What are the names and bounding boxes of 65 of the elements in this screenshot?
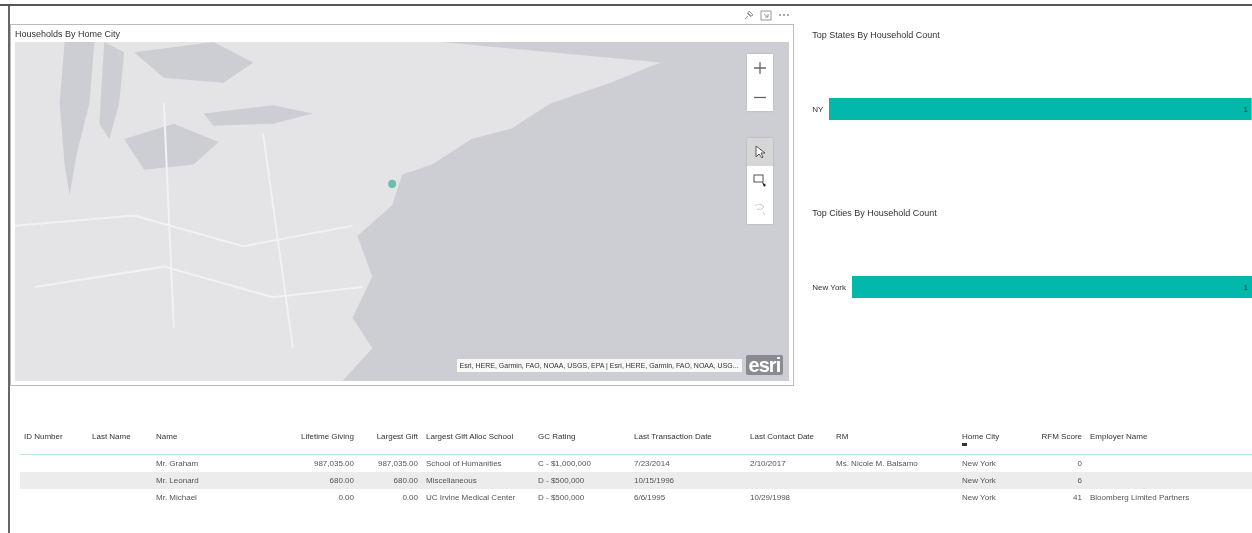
column-header[interactable]: Last Transaction Date (634, 432, 742, 441)
pin-icon[interactable] (743, 9, 755, 21)
table-cell-text: 10/29/1998 (750, 493, 792, 502)
table-cell: 0 (1077, 459, 1082, 468)
table-cell-text: Mr. Leonard (156, 476, 200, 485)
table-cell: 0.00 (402, 493, 418, 502)
chart-title: Top States By Household Count (812, 30, 941, 40)
lasso-icon (753, 203, 768, 217)
focus-mode-icon[interactable] (760, 9, 773, 21)
table-cell: 987,035.00 (313, 459, 354, 468)
chart-title: Top Cities By Household Count (812, 208, 938, 218)
column-header[interactable]: Largest Gift (376, 432, 418, 441)
table-cell-text: Miscellaneous (426, 476, 478, 485)
table-cell: 41 (1073, 493, 1082, 502)
column-header[interactable]: GC Rating (538, 432, 626, 441)
column-header[interactable]: Name (156, 432, 258, 441)
table-cell-text: Ms. Nicole M. Balsamo (836, 459, 919, 468)
map-logo: esri (745, 355, 784, 375)
column-header[interactable]: RM (836, 432, 954, 441)
table-cell-text: 7/23/2014 (634, 459, 671, 468)
column-header[interactable]: Largest Gift Alloc School (426, 432, 530, 441)
table-cell-text: 2/10/2017 (750, 459, 787, 468)
table-row[interactable]: Mr. Graham 987,035.00 987,035.00 School of Humanities C - $1,000,000 7/23/2014 2/10/2017 Ms. Nicole M. Balsamo New York 0 (20, 455, 1252, 472)
column-header[interactable]: Employer Name (1090, 432, 1232, 441)
table-cell-text: UC Irvine Medical Center (426, 493, 517, 502)
table-cell-text: D - $500,000 (538, 493, 586, 502)
table-cell-text: New York (962, 476, 997, 485)
table-cell-text: Mr. Graham (156, 459, 200, 468)
table-row[interactable]: Mr. Michael 0.00 0.00 UC Irvine Medical Center D - $500,000 6/6/1995 10/29/1998 New York 41 Bloomberg Limited Partners (20, 489, 1252, 506)
column-header[interactable]: Lifetime Giving (301, 432, 354, 441)
rectangle-select-button[interactable] (747, 167, 774, 195)
rectangle-select-icon (753, 174, 768, 188)
column-header[interactable]: Home City (962, 432, 1024, 441)
bar-label: New York (812, 282, 846, 292)
more-options-icon[interactable] (778, 13, 791, 17)
column-header[interactable]: ID Number (24, 432, 84, 441)
data-label: 1 (1243, 282, 1248, 292)
table-cell-text: New York (962, 459, 997, 468)
table-cell-text: School of Humanities (426, 459, 503, 468)
table-cell-text: 6/6/1995 (634, 493, 667, 502)
table-cell: 0.00 (338, 493, 354, 502)
zoom-in-button[interactable] (747, 54, 774, 82)
table-cell-text: C - $1,000,000 (538, 459, 592, 468)
select-tool-button[interactable] (747, 138, 774, 166)
table-cell-text: Bloomberg Limited Partners (1090, 493, 1191, 502)
table-row[interactable]: Mr. Leonard 680.00 680.00 Miscellaneous D - $500,000 10/15/1996 New York 6 (20, 472, 1252, 489)
zoom-out-button[interactable] (747, 83, 774, 111)
column-header[interactable]: RFM Score (1041, 432, 1082, 441)
table-cell: 680.00 (393, 476, 418, 485)
table-cell: 680.00 (329, 476, 354, 485)
data-label: 1 (1243, 104, 1248, 114)
visual-title: Households By Home City (14, 28, 122, 41)
table-cell-text: Mr. Michael (156, 493, 198, 502)
minus-icon (754, 95, 767, 99)
bar-label: NY (812, 104, 824, 114)
table-cell-text: D - $500,000 (538, 476, 586, 485)
sort-indicator-icon (962, 443, 967, 446)
column-header[interactable]: Last Name (92, 432, 148, 441)
table-cell-text: 10/15/1996 (634, 476, 676, 485)
table-cell-text: New York (962, 493, 997, 502)
table-cell: 6 (1077, 476, 1082, 485)
column-header[interactable]: Last Contact Date (750, 432, 828, 441)
table-cell: 987,035.00 (377, 459, 418, 468)
cursor-icon (754, 145, 767, 159)
plus-icon (754, 62, 767, 74)
